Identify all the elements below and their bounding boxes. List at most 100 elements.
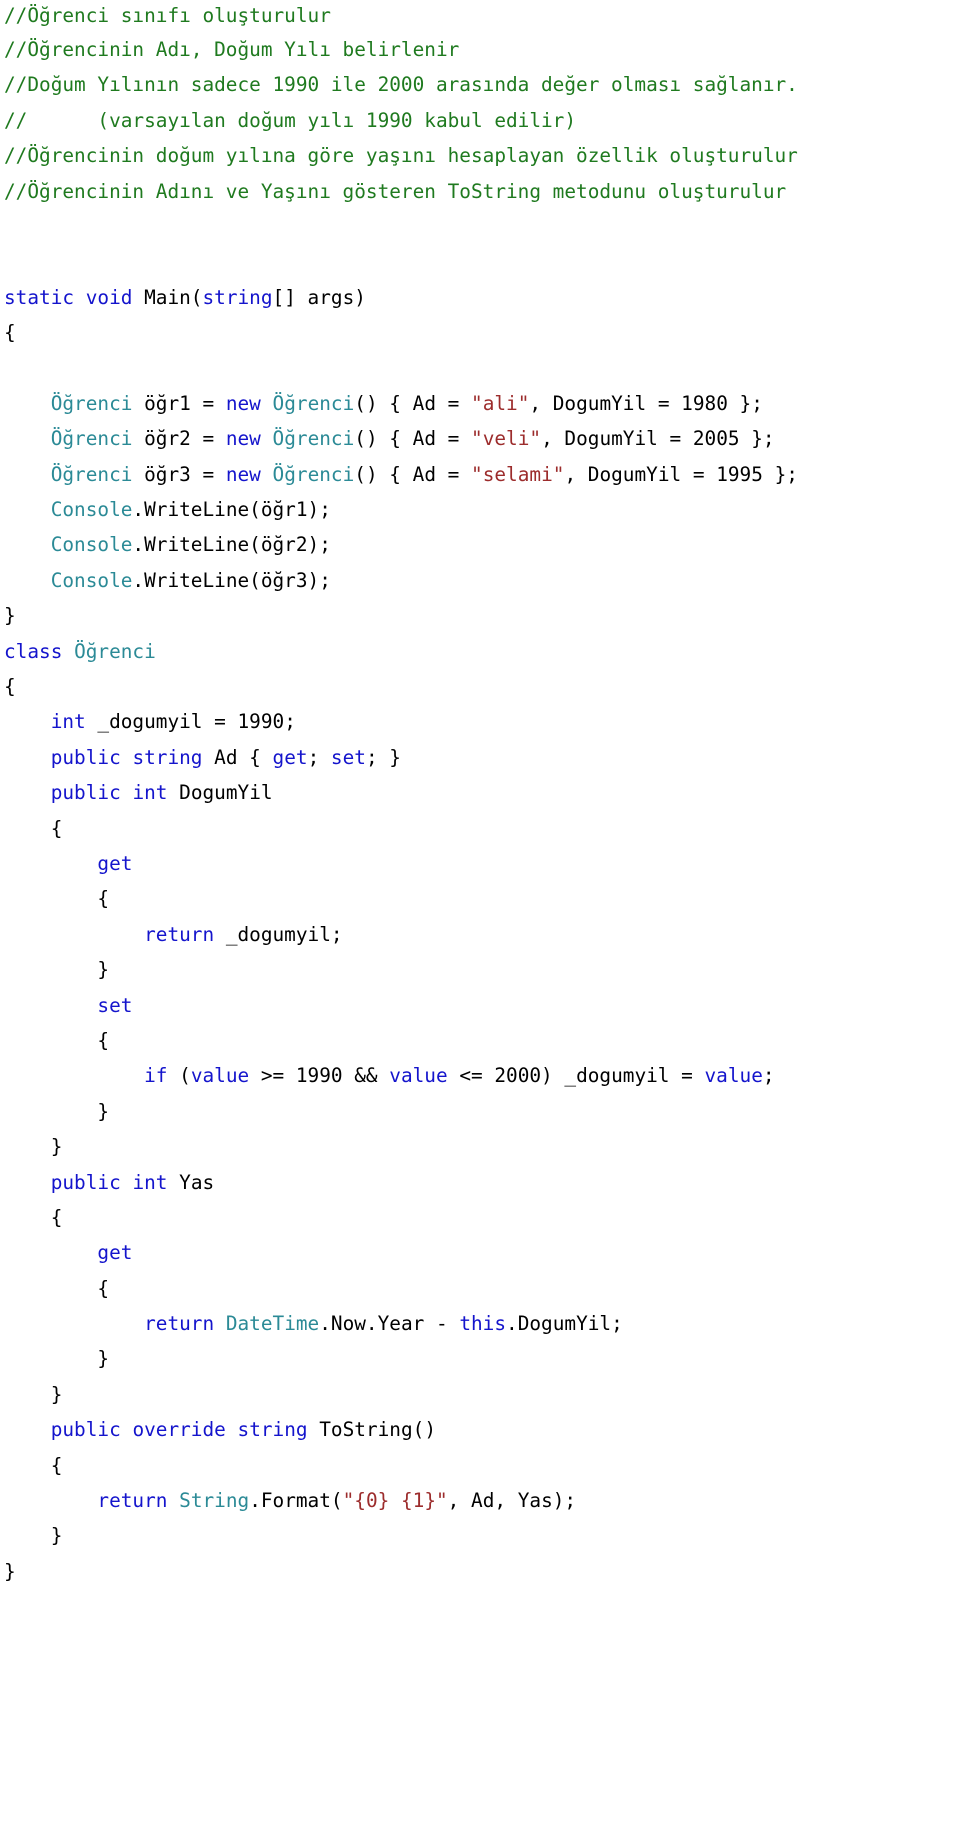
code-token-comment: // (varsayılan doğum yılı 1990 kabul edi…	[4, 108, 577, 132]
code-token-keyword: value	[190, 1064, 250, 1088]
code-token-type: Öğrenci	[272, 462, 355, 486]
code-line: //Öğrencinin Adını ve Yaşını gösteren To…	[0, 174, 960, 209]
code-token-keyword: set	[4, 993, 133, 1017]
code-token-plain: }	[4, 1382, 63, 1406]
code-line: }	[0, 1518, 960, 1553]
code-token-type: Öğrenci	[74, 639, 156, 663]
code-line: {	[0, 315, 960, 350]
code-token-plain: .Format(	[249, 1489, 343, 1513]
code-token-plain: {	[4, 1276, 110, 1300]
code-line: return _dogumyil;	[0, 917, 960, 952]
code-token-plain: }	[4, 1524, 63, 1548]
code-line: }	[0, 1094, 960, 1129]
code-token-plain: , Ad, Yas);	[447, 1489, 577, 1513]
code-token-plain: }	[4, 604, 16, 628]
code-line: int _dogumyil = 1990;	[0, 704, 960, 739]
code-listing: //Öğrenci sınıfı oluşturulur //Öğrencinin…	[0, 0, 960, 1589]
code-line: {	[0, 1271, 960, 1306]
code-line: }	[0, 952, 960, 987]
code-token-keyword: public	[4, 1418, 121, 1442]
code-line: return String.Format("{0} {1}", Ad, Yas)…	[0, 1483, 960, 1518]
code-line: {	[0, 1023, 960, 1058]
code-token-plain: ;	[762, 1064, 775, 1088]
code-token-keyword: return	[4, 922, 215, 946]
code-token-plain: () { Ad =	[354, 391, 472, 415]
code-line: static void Main(string[] args)	[0, 280, 960, 315]
code-token-string: "selami"	[471, 462, 565, 486]
code-token-string: "veli"	[471, 427, 542, 451]
code-line: {	[0, 669, 960, 704]
code-line: //Öğrencinin doğum yılına göre yaşını he…	[0, 138, 960, 173]
code-token-plain: (	[167, 1064, 191, 1088]
code-token-plain: .WriteLine(öğr1);	[132, 498, 331, 522]
code-line: //Öğrenci sınıfı oluşturulur	[0, 0, 960, 32]
code-token-comment: //Öğrencinin doğum yılına göre yaşını he…	[4, 144, 798, 168]
code-line: Öğrenci öğr2 = new Öğrenci() { Ad = "vel…	[0, 421, 960, 456]
code-token-keyword: get	[4, 851, 133, 875]
code-token-keyword: new	[225, 462, 261, 486]
code-line: set	[0, 988, 960, 1023]
code-token-keyword: int	[132, 781, 168, 805]
code-token-plain: öğr2 =	[132, 427, 226, 451]
code-line: }	[0, 1554, 960, 1589]
code-line: Öğrenci öğr3 = new Öğrenci() { Ad = "sel…	[0, 457, 960, 492]
code-token-plain: öğr3 =	[132, 462, 226, 486]
code-line: Console.WriteLine(öğr2);	[0, 527, 960, 562]
code-token-plain: >= 1990 &&	[249, 1064, 390, 1088]
code-token-type: Öğrenci	[4, 462, 133, 486]
code-token-keyword: override	[132, 1418, 226, 1442]
code-token-plain: ; }	[365, 745, 401, 769]
code-line: }	[0, 1377, 960, 1412]
code-token-keyword: new	[225, 427, 261, 451]
code-token-keyword: get	[272, 745, 308, 769]
code-token-plain: Main(	[132, 285, 203, 309]
code-token-type: String	[179, 1489, 250, 1513]
code-line: get	[0, 1235, 960, 1270]
code-token-keyword: class	[4, 639, 63, 663]
code-token-plain: {	[4, 816, 63, 840]
code-token-plain: .WriteLine(öğr2);	[132, 533, 331, 557]
code-line: get	[0, 846, 960, 881]
code-line: if (value >= 1990 && value <= 2000) _dog…	[0, 1058, 960, 1093]
code-token-plain: () { Ad =	[354, 427, 472, 451]
code-line: // (varsayılan doğum yılı 1990 kabul edi…	[0, 103, 960, 138]
code-line: }	[0, 1341, 960, 1376]
code-token-keyword: set	[330, 745, 366, 769]
code-token-comment: //Öğrencinin Adı, Doğum Yılı belirlenir	[4, 38, 460, 61]
code-token-plain: {	[4, 887, 110, 911]
code-token-plain: {	[4, 1205, 63, 1229]
code-token-plain: _dogumyil = 1990;	[85, 710, 296, 734]
code-token-plain: {	[4, 675, 16, 699]
code-token-keyword: if	[4, 1064, 168, 1088]
code-token-keyword: string	[237, 1418, 308, 1442]
code-token-keyword: int	[4, 710, 86, 734]
code-line: Öğrenci öğr1 = new Öğrenci() { Ad = "ali…	[0, 386, 960, 421]
code-token-plain: ;	[307, 745, 331, 769]
code-token-keyword: string	[132, 745, 203, 769]
code-token-plain: () { Ad =	[354, 462, 472, 486]
code-line: Console.WriteLine(öğr3);	[0, 563, 960, 598]
code-token-plain: , DogumYil = 1995 };	[564, 462, 798, 486]
code-token-keyword: void	[85, 285, 133, 309]
code-token-string: "ali"	[471, 391, 530, 415]
code-token-type: Öğrenci	[4, 391, 133, 415]
code-token-keyword: new	[225, 391, 261, 415]
code-token-plain: <= 2000) _dogumyil =	[447, 1064, 705, 1088]
code-line: Console.WriteLine(öğr1);	[0, 492, 960, 527]
code-token-plain: }	[4, 958, 110, 982]
code-token-keyword: value	[704, 1064, 763, 1088]
code-token-keyword: int	[132, 1170, 168, 1194]
code-line: }	[0, 1129, 960, 1164]
code-token-type: Öğrenci	[272, 391, 355, 415]
